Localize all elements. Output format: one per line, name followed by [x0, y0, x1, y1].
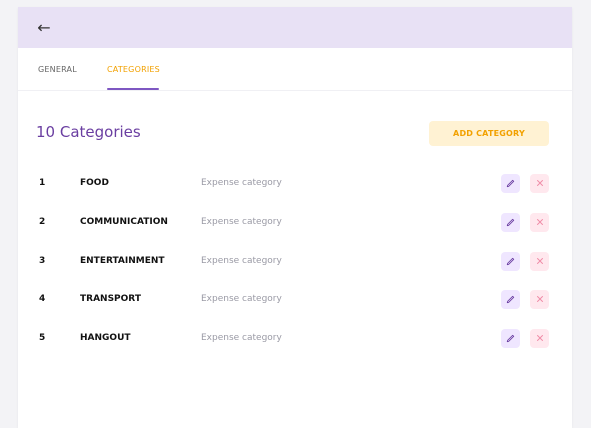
- categories-card: ← GENERAL CATEGORIES 10 Categories ADD C…: [18, 7, 572, 428]
- category-name: ENTERTAINMENT: [80, 256, 165, 266]
- delete-button[interactable]: [530, 328, 549, 348]
- edit-button[interactable]: [501, 212, 520, 232]
- table-row: 4 TRANSPORT Expense category: [18, 289, 572, 309]
- pencil-icon: [506, 295, 514, 304]
- pencil-icon: [506, 334, 514, 343]
- delete-button[interactable]: [530, 173, 549, 193]
- row-index: 4: [39, 294, 46, 304]
- edit-button[interactable]: [501, 173, 520, 193]
- table-row: 2 COMMUNICATION Expense category: [18, 212, 572, 232]
- pencil-icon: [506, 179, 514, 188]
- edit-button[interactable]: [501, 251, 520, 271]
- tab-general[interactable]: GENERAL: [38, 65, 77, 74]
- row-index: 2: [39, 217, 46, 227]
- category-name: HANGOUT: [80, 333, 131, 343]
- category-description: Expense category: [201, 256, 282, 266]
- delete-button[interactable]: [530, 289, 549, 309]
- edit-button[interactable]: [501, 328, 520, 348]
- row-index: 5: [39, 333, 46, 343]
- category-name: TRANSPORT: [80, 294, 141, 304]
- active-tab-indicator: [107, 88, 159, 90]
- row-index: 1: [39, 178, 46, 188]
- back-button[interactable]: ←: [35, 17, 53, 37]
- arrow-left-icon: ←: [37, 17, 51, 37]
- table-row: 3 ENTERTAINMENT Expense category: [18, 251, 572, 271]
- top-header-bar: ←: [18, 7, 572, 48]
- table-row: 5 HANGOUT Expense category: [18, 328, 572, 348]
- pencil-icon: [506, 218, 514, 227]
- close-icon: [536, 258, 543, 264]
- close-icon: [536, 219, 543, 225]
- close-icon: [536, 180, 543, 186]
- category-name: FOOD: [80, 178, 109, 188]
- page-title: 10 Categories: [36, 123, 141, 141]
- category-name: COMMUNICATION: [80, 217, 168, 227]
- pencil-icon: [506, 257, 514, 266]
- category-description: Expense category: [201, 217, 282, 227]
- tab-categories[interactable]: CATEGORIES: [107, 65, 160, 74]
- add-category-button[interactable]: ADD CATEGORY: [429, 121, 549, 146]
- close-icon: [536, 335, 543, 341]
- tabs: GENERAL CATEGORIES: [18, 48, 572, 91]
- row-index: 3: [39, 256, 46, 266]
- category-description: Expense category: [201, 333, 282, 343]
- table-row: 1 FOOD Expense category: [18, 173, 572, 193]
- delete-button[interactable]: [530, 212, 549, 232]
- category-description: Expense category: [201, 294, 282, 304]
- close-icon: [536, 296, 543, 302]
- edit-button[interactable]: [501, 289, 520, 309]
- category-description: Expense category: [201, 178, 282, 188]
- delete-button[interactable]: [530, 251, 549, 271]
